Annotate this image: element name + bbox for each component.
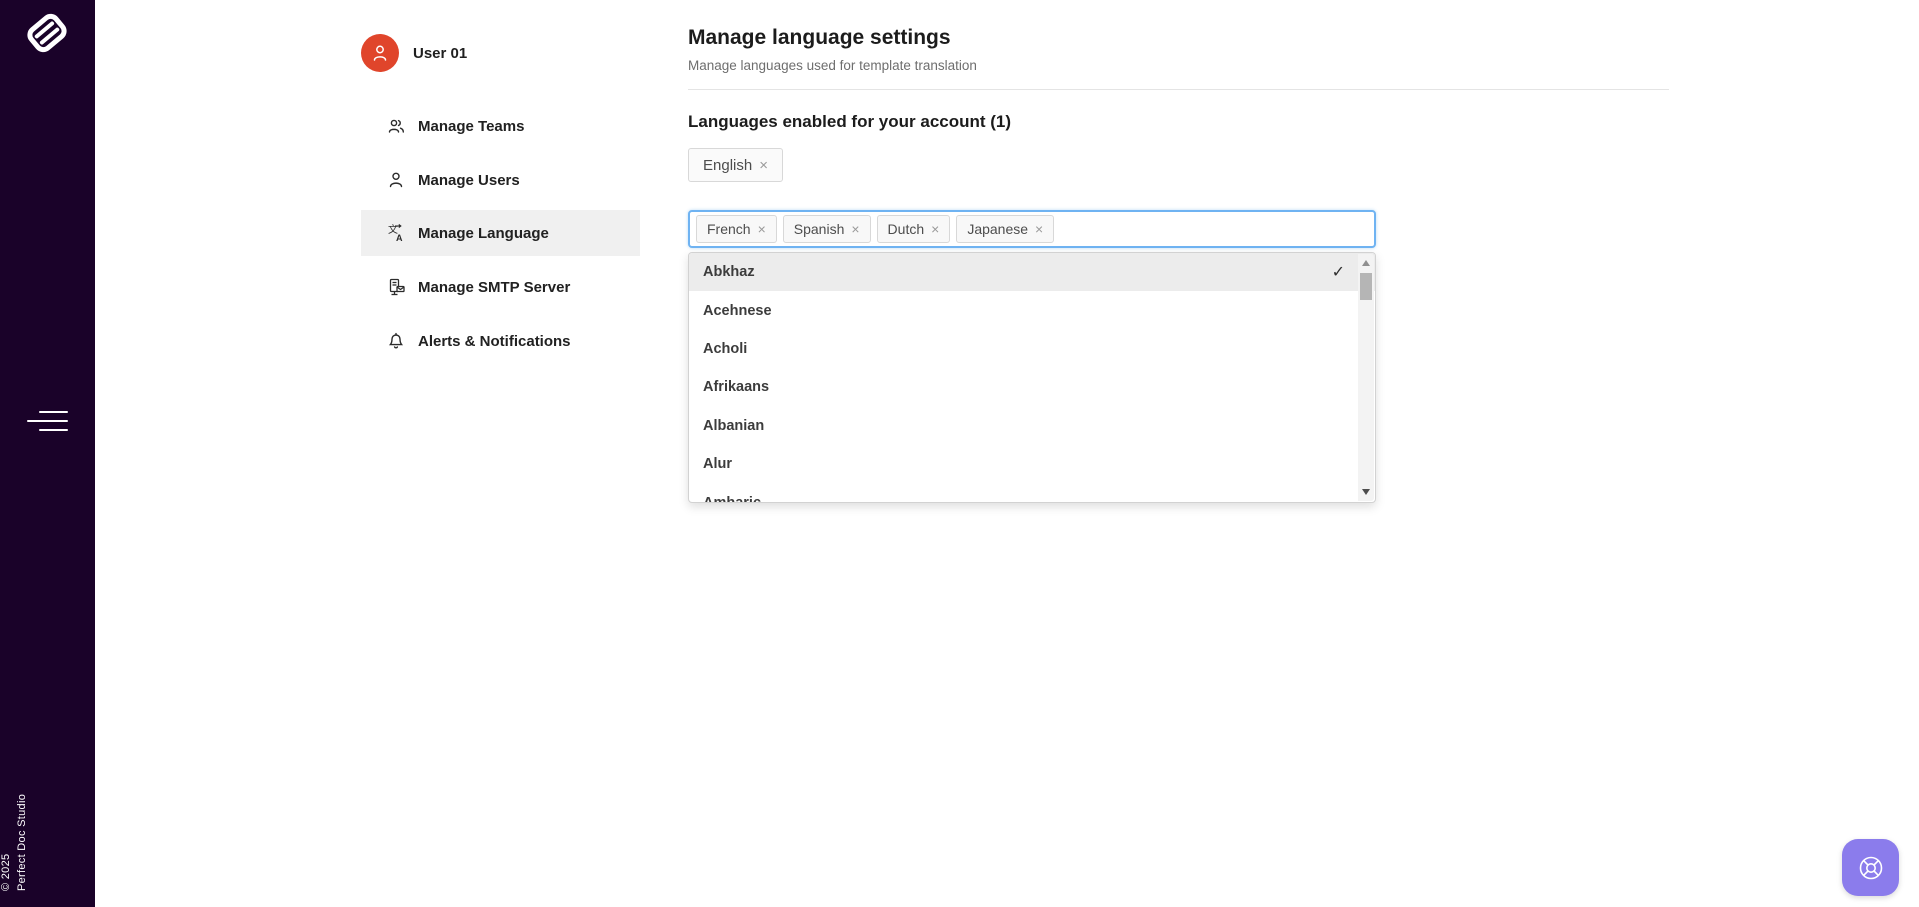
sidebar-item-label: Manage SMTP Server [418, 279, 570, 296]
sidebar-item-label: Alerts & Notifications [418, 333, 571, 350]
selected-chip-spanish: Spanish × [783, 215, 871, 243]
remove-language-icon[interactable]: × [759, 157, 768, 174]
help-fab-button[interactable] [1842, 839, 1899, 896]
translate-icon: 文 A [386, 223, 406, 243]
divider [688, 89, 1669, 90]
dropdown-option-albanian[interactable]: Albanian [689, 407, 1375, 445]
page-subtitle: Manage languages used for template trans… [688, 58, 977, 73]
option-label: Alur [703, 456, 732, 472]
person-icon [370, 43, 390, 63]
option-label: Albanian [703, 418, 764, 434]
option-label: Abkhaz [703, 264, 755, 280]
perfect-doc-studio-logo[interactable] [20, 6, 74, 60]
sidebar-item-label: Manage Language [418, 225, 549, 242]
remove-chip-icon[interactable]: × [931, 221, 939, 237]
dropdown-option-abkhaz[interactable]: Abkhaz ✓ [689, 253, 1375, 291]
selected-chip-japanese: Japanese × [956, 215, 1054, 243]
dropdown-option-afrikaans[interactable]: Afrikaans [689, 368, 1375, 406]
sidebar-item-manage-smtp-server[interactable]: Manage SMTP Server [361, 264, 640, 310]
bell-icon [386, 331, 406, 351]
option-label: Afrikaans [703, 379, 769, 395]
scroll-down-icon[interactable] [1358, 484, 1374, 500]
copyright-text: © 2025 Perfect Doc Studio [0, 794, 30, 891]
sidebar-item-manage-users[interactable]: Manage Users [361, 157, 640, 203]
check-icon: ✓ [1332, 262, 1345, 282]
sidebar-item-manage-teams[interactable]: Manage Teams [361, 103, 640, 149]
menu-toggle-hamburger-icon[interactable] [27, 411, 68, 435]
option-label: Acehnese [703, 303, 772, 319]
section-heading: Languages enabled for your account (1) [688, 112, 1011, 132]
copyright-brand: Perfect Doc Studio [14, 794, 30, 891]
teams-icon [386, 116, 406, 136]
copyright-year: © 2025 [0, 794, 14, 891]
chip-label: Spanish [794, 221, 845, 237]
users-icon [386, 170, 406, 190]
selected-chip-dutch: Dutch × [877, 215, 951, 243]
sidebar-item-label: Manage Teams [418, 118, 524, 135]
logo-icon [20, 6, 74, 60]
dropdown-option-acholi[interactable]: Acholi [689, 330, 1375, 368]
enabled-language-chip: English × [688, 148, 783, 182]
dropdown-option-amharic[interactable]: Amharic [689, 483, 1375, 503]
language-multiselect-input[interactable]: French × Spanish × Dutch × Japanese × [688, 210, 1376, 248]
sidebar-item-alerts-notifications[interactable]: Alerts & Notifications [361, 318, 640, 364]
user-name: User 01 [413, 45, 467, 62]
remove-chip-icon[interactable]: × [758, 221, 766, 237]
server-icon [386, 277, 406, 297]
sidebar-item-label: Manage Users [418, 172, 520, 189]
lifebuoy-icon [1856, 853, 1886, 883]
sidebar-item-manage-language[interactable]: 文 A Manage Language [361, 210, 640, 256]
dropdown-option-alur[interactable]: Alur [689, 445, 1375, 483]
option-label: Acholi [703, 341, 747, 357]
option-label: Amharic [703, 495, 761, 503]
user-profile: User 01 [361, 33, 467, 73]
svg-text:A: A [396, 233, 403, 243]
scrollbar-thumb[interactable] [1360, 273, 1372, 300]
remove-chip-icon[interactable]: × [1035, 221, 1043, 237]
language-dropdown-list: Abkhaz ✓ Acehnese Acholi Afrikaans Alban… [688, 252, 1376, 503]
chip-label: Japanese [967, 221, 1028, 237]
scroll-up-icon[interactable] [1358, 255, 1374, 271]
remove-chip-icon[interactable]: × [851, 221, 859, 237]
selected-chip-french: French × [696, 215, 777, 243]
avatar[interactable] [361, 34, 399, 72]
page-title: Manage language settings [688, 26, 951, 50]
dropdown-scrollbar[interactable] [1358, 254, 1374, 501]
chip-label: Dutch [888, 221, 925, 237]
enabled-language-label: English [703, 157, 752, 174]
sidebar-rail: © 2025 Perfect Doc Studio [0, 0, 95, 907]
chip-label: French [707, 221, 751, 237]
dropdown-option-acehnese[interactable]: Acehnese [689, 291, 1375, 329]
